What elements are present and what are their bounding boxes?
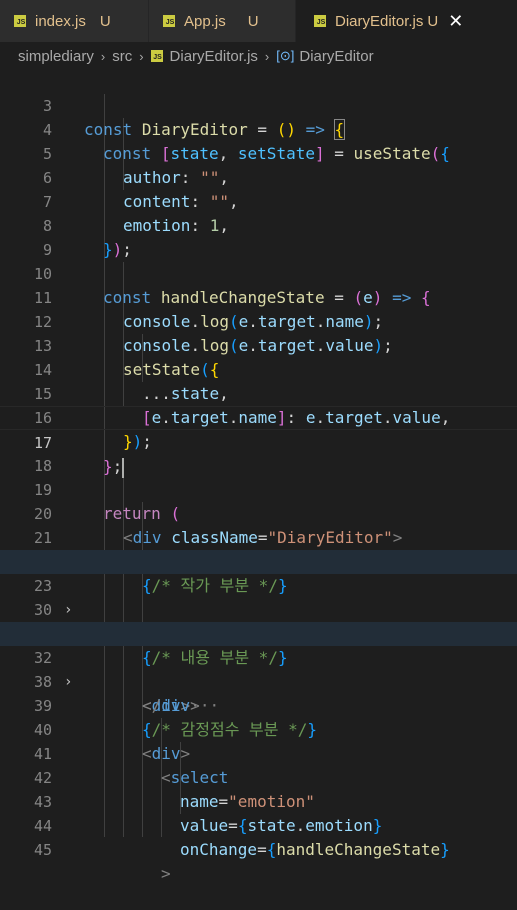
- code-line[interactable]: 18: [0, 430, 517, 475]
- untracked-badge: U: [427, 12, 439, 30]
- code-line[interactable]: 6 content: "",: [0, 142, 517, 211]
- symbol-icon: [⊙]: [276, 48, 295, 63]
- breadcrumb: simplediary › src › JS DiaryEditor.js › …: [0, 42, 517, 70]
- code-line[interactable]: 40 <div>: [0, 694, 517, 763]
- code-line[interactable]: 8 });: [0, 190, 517, 259]
- code-line[interactable]: 3 const DiaryEditor = () => {: [0, 70, 517, 140]
- code-line[interactable]: 16 });: [0, 382, 517, 451]
- tab-label: index.js: [35, 12, 86, 30]
- code-line[interactable]: 9: [0, 214, 517, 259]
- breadcrumb-symbol[interactable]: DiaryEditor: [299, 48, 373, 65]
- code-line[interactable]: 20 <div className="DiaryEditor">: [0, 478, 517, 547]
- code-line[interactable]: 44 onChange={handleChangeState}: [0, 790, 517, 859]
- js-file-icon: JS: [150, 50, 163, 62]
- code-line[interactable]: 43 value={state.emotion}: [0, 766, 517, 835]
- tab-label: App.js: [184, 12, 226, 30]
- code-line[interactable]: 41 <select: [0, 718, 517, 787]
- chevron-right-icon: ›: [139, 48, 144, 64]
- code-line[interactable]: 12 console.log(e.target.value);: [0, 286, 517, 355]
- tab-index-js[interactable]: JS index.js U: [0, 0, 148, 42]
- code-line[interactable]: 42 name="emotion": [0, 742, 517, 811]
- code-line[interactable]: 7 emotion: 1,: [0, 166, 517, 235]
- code-line[interactable]: 31 {/* 내용 부분 */}: [0, 598, 517, 667]
- code-line-current[interactable]: 17 };: [0, 406, 517, 478]
- code-editor[interactable]: 3 const DiaryEditor = () => { 4 const [s…: [0, 70, 517, 883]
- chevron-right-icon: ›: [100, 48, 106, 64]
- code-line[interactable]: 21 <h2>오늘의 일기</h2>: [0, 502, 517, 571]
- code-text: >: [161, 864, 171, 883]
- close-icon[interactable]: ✕: [448, 11, 463, 32]
- code-line-folded[interactable]: 32 › <div>···: [0, 622, 517, 715]
- tab-diaryeditor-js[interactable]: JS DiaryEditor.js U ✕: [296, 0, 517, 42]
- breadcrumb-file[interactable]: DiaryEditor.js: [170, 48, 258, 65]
- code-line[interactable]: 11 console.log(e.target.name);: [0, 262, 517, 331]
- code-line[interactable]: 4 const [state, setState] = useState({: [0, 94, 517, 163]
- code-line[interactable]: 5 author: "",: [0, 118, 517, 187]
- code-line[interactable]: 13 setState({: [0, 310, 517, 379]
- tab-label: DiaryEditor.js: [335, 12, 424, 30]
- untracked-badge: U: [99, 12, 111, 30]
- code-text: onChange={handleChangeState}: [180, 840, 450, 859]
- breadcrumb-folder-src[interactable]: src: [112, 48, 132, 65]
- code-line[interactable]: 22 {/* 작가 부분 */}: [0, 526, 517, 595]
- tab-app-js[interactable]: JS App.js U: [149, 0, 295, 42]
- js-file-icon: JS: [14, 15, 26, 27]
- js-file-icon: JS: [163, 15, 175, 27]
- code-line[interactable]: 14 ...state,: [0, 334, 517, 403]
- untracked-badge: U: [247, 12, 259, 30]
- code-line[interactable]: 30 </div>: [0, 574, 517, 643]
- code-line[interactable]: 39 {/* 감정점수 부분 */}: [0, 670, 517, 739]
- code-line[interactable]: 38 </div>: [0, 646, 517, 715]
- code-line[interactable]: 15 [e.target.name]: e.target.value,: [0, 358, 517, 427]
- line-number: 45: [33, 841, 52, 859]
- tab-bar: JS index.js U JS App.js U JS DiaryEditor…: [0, 0, 517, 42]
- chevron-right-icon: ›: [264, 48, 270, 64]
- code-line[interactable]: 19 return (: [0, 454, 517, 523]
- code-line-folded[interactable]: 23 › <div>···: [0, 550, 517, 643]
- code-line[interactable]: 45 >: [0, 814, 517, 883]
- js-file-icon: JS: [314, 15, 326, 27]
- code-line[interactable]: 10 const handleChangeState = (e) => {: [0, 238, 517, 307]
- breadcrumb-folder-simplediary[interactable]: simplediary: [18, 48, 94, 65]
